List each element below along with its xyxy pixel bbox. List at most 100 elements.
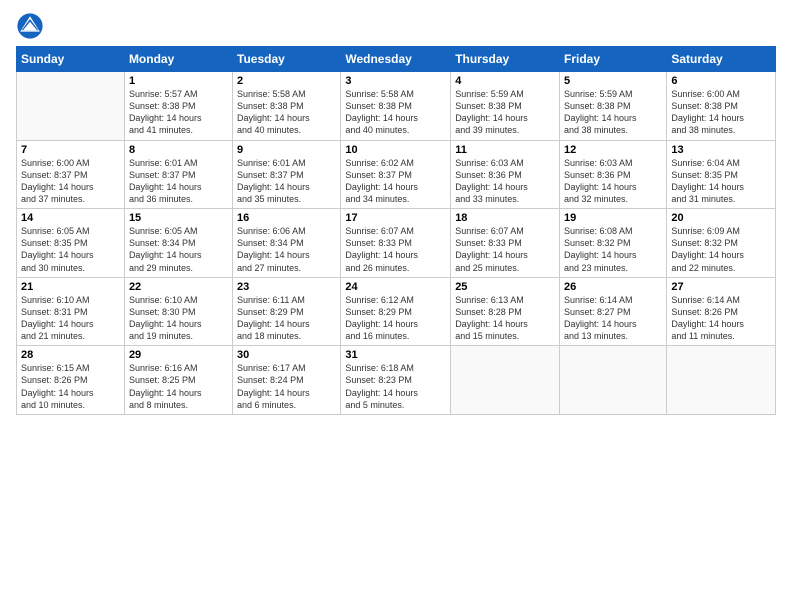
- day-number: 31: [345, 349, 446, 361]
- calendar-day-cell: 7Sunrise: 6:00 AMSunset: 8:37 PMDaylight…: [17, 140, 125, 209]
- calendar-day-cell: 16Sunrise: 6:06 AMSunset: 8:34 PMDayligh…: [233, 209, 341, 278]
- day-number: 22: [129, 281, 228, 293]
- day-number: 18: [455, 212, 555, 224]
- day-info: Sunrise: 6:00 AMSunset: 8:37 PMDaylight:…: [21, 157, 120, 206]
- day-info: Sunrise: 6:04 AMSunset: 8:35 PMDaylight:…: [671, 157, 771, 206]
- day-number: 28: [21, 349, 120, 361]
- day-number: 12: [564, 144, 662, 156]
- calendar-day-cell: 22Sunrise: 6:10 AMSunset: 8:30 PMDayligh…: [124, 277, 232, 346]
- calendar-day-cell: 1Sunrise: 5:57 AMSunset: 8:38 PMDaylight…: [124, 72, 232, 141]
- day-number: 17: [345, 212, 446, 224]
- day-info: Sunrise: 6:18 AMSunset: 8:23 PMDaylight:…: [345, 362, 446, 411]
- calendar-day-header: Friday: [560, 47, 667, 72]
- day-number: 6: [671, 75, 771, 87]
- day-info: Sunrise: 5:57 AMSunset: 8:38 PMDaylight:…: [129, 88, 228, 137]
- day-info: Sunrise: 6:14 AMSunset: 8:27 PMDaylight:…: [564, 294, 662, 343]
- calendar-day-cell: 28Sunrise: 6:15 AMSunset: 8:26 PMDayligh…: [17, 346, 125, 415]
- day-info: Sunrise: 6:00 AMSunset: 8:38 PMDaylight:…: [671, 88, 771, 137]
- day-number: 10: [345, 144, 446, 156]
- day-info: Sunrise: 6:03 AMSunset: 8:36 PMDaylight:…: [455, 157, 555, 206]
- day-info: Sunrise: 6:08 AMSunset: 8:32 PMDaylight:…: [564, 225, 662, 274]
- day-number: 3: [345, 75, 446, 87]
- calendar-day-cell: 18Sunrise: 6:07 AMSunset: 8:33 PMDayligh…: [451, 209, 560, 278]
- calendar-day-cell: 13Sunrise: 6:04 AMSunset: 8:35 PMDayligh…: [667, 140, 776, 209]
- calendar-day-cell: 3Sunrise: 5:58 AMSunset: 8:38 PMDaylight…: [341, 72, 451, 141]
- calendar-header-row: SundayMondayTuesdayWednesdayThursdayFrid…: [17, 47, 776, 72]
- calendar-day-cell: 25Sunrise: 6:13 AMSunset: 8:28 PMDayligh…: [451, 277, 560, 346]
- calendar-day-cell: 17Sunrise: 6:07 AMSunset: 8:33 PMDayligh…: [341, 209, 451, 278]
- calendar-day-cell: 6Sunrise: 6:00 AMSunset: 8:38 PMDaylight…: [667, 72, 776, 141]
- calendar-day-cell: 10Sunrise: 6:02 AMSunset: 8:37 PMDayligh…: [341, 140, 451, 209]
- day-info: Sunrise: 6:05 AMSunset: 8:35 PMDaylight:…: [21, 225, 120, 274]
- day-info: Sunrise: 6:17 AMSunset: 8:24 PMDaylight:…: [237, 362, 336, 411]
- calendar-day-cell: 19Sunrise: 6:08 AMSunset: 8:32 PMDayligh…: [560, 209, 667, 278]
- day-info: Sunrise: 5:59 AMSunset: 8:38 PMDaylight:…: [564, 88, 662, 137]
- day-number: 14: [21, 212, 120, 224]
- day-info: Sunrise: 6:07 AMSunset: 8:33 PMDaylight:…: [345, 225, 446, 274]
- day-info: Sunrise: 5:59 AMSunset: 8:38 PMDaylight:…: [455, 88, 555, 137]
- day-info: Sunrise: 6:10 AMSunset: 8:31 PMDaylight:…: [21, 294, 120, 343]
- day-info: Sunrise: 5:58 AMSunset: 8:38 PMDaylight:…: [345, 88, 446, 137]
- day-info: Sunrise: 6:10 AMSunset: 8:30 PMDaylight:…: [129, 294, 228, 343]
- calendar-week-row: 21Sunrise: 6:10 AMSunset: 8:31 PMDayligh…: [17, 277, 776, 346]
- calendar-day-cell: 27Sunrise: 6:14 AMSunset: 8:26 PMDayligh…: [667, 277, 776, 346]
- calendar-week-row: 1Sunrise: 5:57 AMSunset: 8:38 PMDaylight…: [17, 72, 776, 141]
- calendar-day-cell: [560, 346, 667, 415]
- day-number: 19: [564, 212, 662, 224]
- calendar-day-cell: [451, 346, 560, 415]
- day-info: Sunrise: 6:12 AMSunset: 8:29 PMDaylight:…: [345, 294, 446, 343]
- calendar-day-cell: 26Sunrise: 6:14 AMSunset: 8:27 PMDayligh…: [560, 277, 667, 346]
- day-number: 20: [671, 212, 771, 224]
- calendar-day-header: Monday: [124, 47, 232, 72]
- calendar-day-header: Tuesday: [233, 47, 341, 72]
- day-info: Sunrise: 6:09 AMSunset: 8:32 PMDaylight:…: [671, 225, 771, 274]
- day-info: Sunrise: 6:02 AMSunset: 8:37 PMDaylight:…: [345, 157, 446, 206]
- day-number: 25: [455, 281, 555, 293]
- calendar-day-cell: 24Sunrise: 6:12 AMSunset: 8:29 PMDayligh…: [341, 277, 451, 346]
- day-info: Sunrise: 6:06 AMSunset: 8:34 PMDaylight:…: [237, 225, 336, 274]
- calendar-day-cell: 14Sunrise: 6:05 AMSunset: 8:35 PMDayligh…: [17, 209, 125, 278]
- day-number: 24: [345, 281, 446, 293]
- day-number: 27: [671, 281, 771, 293]
- day-number: 4: [455, 75, 555, 87]
- calendar-day-cell: 5Sunrise: 5:59 AMSunset: 8:38 PMDaylight…: [560, 72, 667, 141]
- calendar-day-header: Saturday: [667, 47, 776, 72]
- calendar-day-cell: 20Sunrise: 6:09 AMSunset: 8:32 PMDayligh…: [667, 209, 776, 278]
- day-info: Sunrise: 6:11 AMSunset: 8:29 PMDaylight:…: [237, 294, 336, 343]
- header: [16, 12, 776, 40]
- calendar-day-cell: 30Sunrise: 6:17 AMSunset: 8:24 PMDayligh…: [233, 346, 341, 415]
- day-number: 21: [21, 281, 120, 293]
- calendar-day-cell: 9Sunrise: 6:01 AMSunset: 8:37 PMDaylight…: [233, 140, 341, 209]
- calendar-day-cell: 12Sunrise: 6:03 AMSunset: 8:36 PMDayligh…: [560, 140, 667, 209]
- calendar-day-header: Sunday: [17, 47, 125, 72]
- day-info: Sunrise: 6:15 AMSunset: 8:26 PMDaylight:…: [21, 362, 120, 411]
- calendar-day-cell: 23Sunrise: 6:11 AMSunset: 8:29 PMDayligh…: [233, 277, 341, 346]
- day-number: 7: [21, 144, 120, 156]
- day-number: 2: [237, 75, 336, 87]
- calendar-day-cell: 11Sunrise: 6:03 AMSunset: 8:36 PMDayligh…: [451, 140, 560, 209]
- day-number: 5: [564, 75, 662, 87]
- day-info: Sunrise: 6:16 AMSunset: 8:25 PMDaylight:…: [129, 362, 228, 411]
- day-info: Sunrise: 6:13 AMSunset: 8:28 PMDaylight:…: [455, 294, 555, 343]
- logo-icon: [16, 12, 44, 40]
- calendar-day-cell: [17, 72, 125, 141]
- day-info: Sunrise: 6:03 AMSunset: 8:36 PMDaylight:…: [564, 157, 662, 206]
- day-number: 29: [129, 349, 228, 361]
- day-info: Sunrise: 6:01 AMSunset: 8:37 PMDaylight:…: [129, 157, 228, 206]
- day-number: 13: [671, 144, 771, 156]
- day-number: 26: [564, 281, 662, 293]
- day-number: 9: [237, 144, 336, 156]
- day-number: 15: [129, 212, 228, 224]
- calendar-day-cell: 4Sunrise: 5:59 AMSunset: 8:38 PMDaylight…: [451, 72, 560, 141]
- day-number: 11: [455, 144, 555, 156]
- calendar-week-row: 14Sunrise: 6:05 AMSunset: 8:35 PMDayligh…: [17, 209, 776, 278]
- logo: [16, 12, 48, 40]
- calendar-day-cell: 2Sunrise: 5:58 AMSunset: 8:38 PMDaylight…: [233, 72, 341, 141]
- day-info: Sunrise: 6:01 AMSunset: 8:37 PMDaylight:…: [237, 157, 336, 206]
- calendar-day-cell: 21Sunrise: 6:10 AMSunset: 8:31 PMDayligh…: [17, 277, 125, 346]
- calendar-day-cell: 31Sunrise: 6:18 AMSunset: 8:23 PMDayligh…: [341, 346, 451, 415]
- calendar-week-row: 28Sunrise: 6:15 AMSunset: 8:26 PMDayligh…: [17, 346, 776, 415]
- day-info: Sunrise: 6:07 AMSunset: 8:33 PMDaylight:…: [455, 225, 555, 274]
- day-info: Sunrise: 6:14 AMSunset: 8:26 PMDaylight:…: [671, 294, 771, 343]
- day-number: 30: [237, 349, 336, 361]
